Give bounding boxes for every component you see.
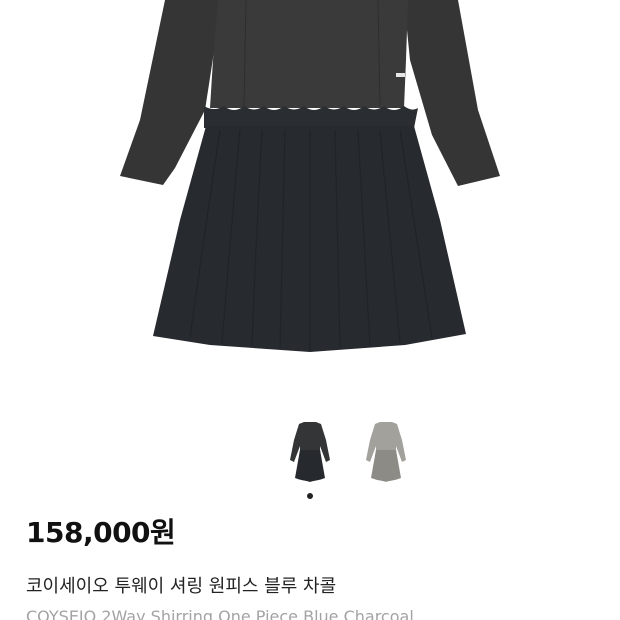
product-main-image[interactable] bbox=[0, 0, 620, 400]
thumbnail-blue-charcoal[interactable] bbox=[282, 418, 338, 486]
pagination-dot-active bbox=[307, 493, 313, 499]
gallery-pagination bbox=[0, 493, 620, 499]
thumbnail-dress-dark bbox=[290, 422, 330, 482]
thumbnail-grey[interactable] bbox=[358, 418, 414, 486]
product-detail-page: 158,000원 코이세이오 투웨이 셔링 원피스 블루 차콜 COYSEIO … bbox=[0, 0, 620, 620]
dress-illustration bbox=[120, 0, 500, 352]
product-name-korean: 코이세이오 투웨이 셔링 원피스 블루 차콜 bbox=[26, 576, 337, 597]
product-name-english: COYSEIO 2Way Shirring One Piece Blue Cha… bbox=[26, 607, 414, 620]
product-price: 158,000원 bbox=[26, 516, 176, 549]
thumbnail-strip bbox=[0, 418, 620, 488]
thumbnail-dress-grey bbox=[366, 422, 406, 482]
